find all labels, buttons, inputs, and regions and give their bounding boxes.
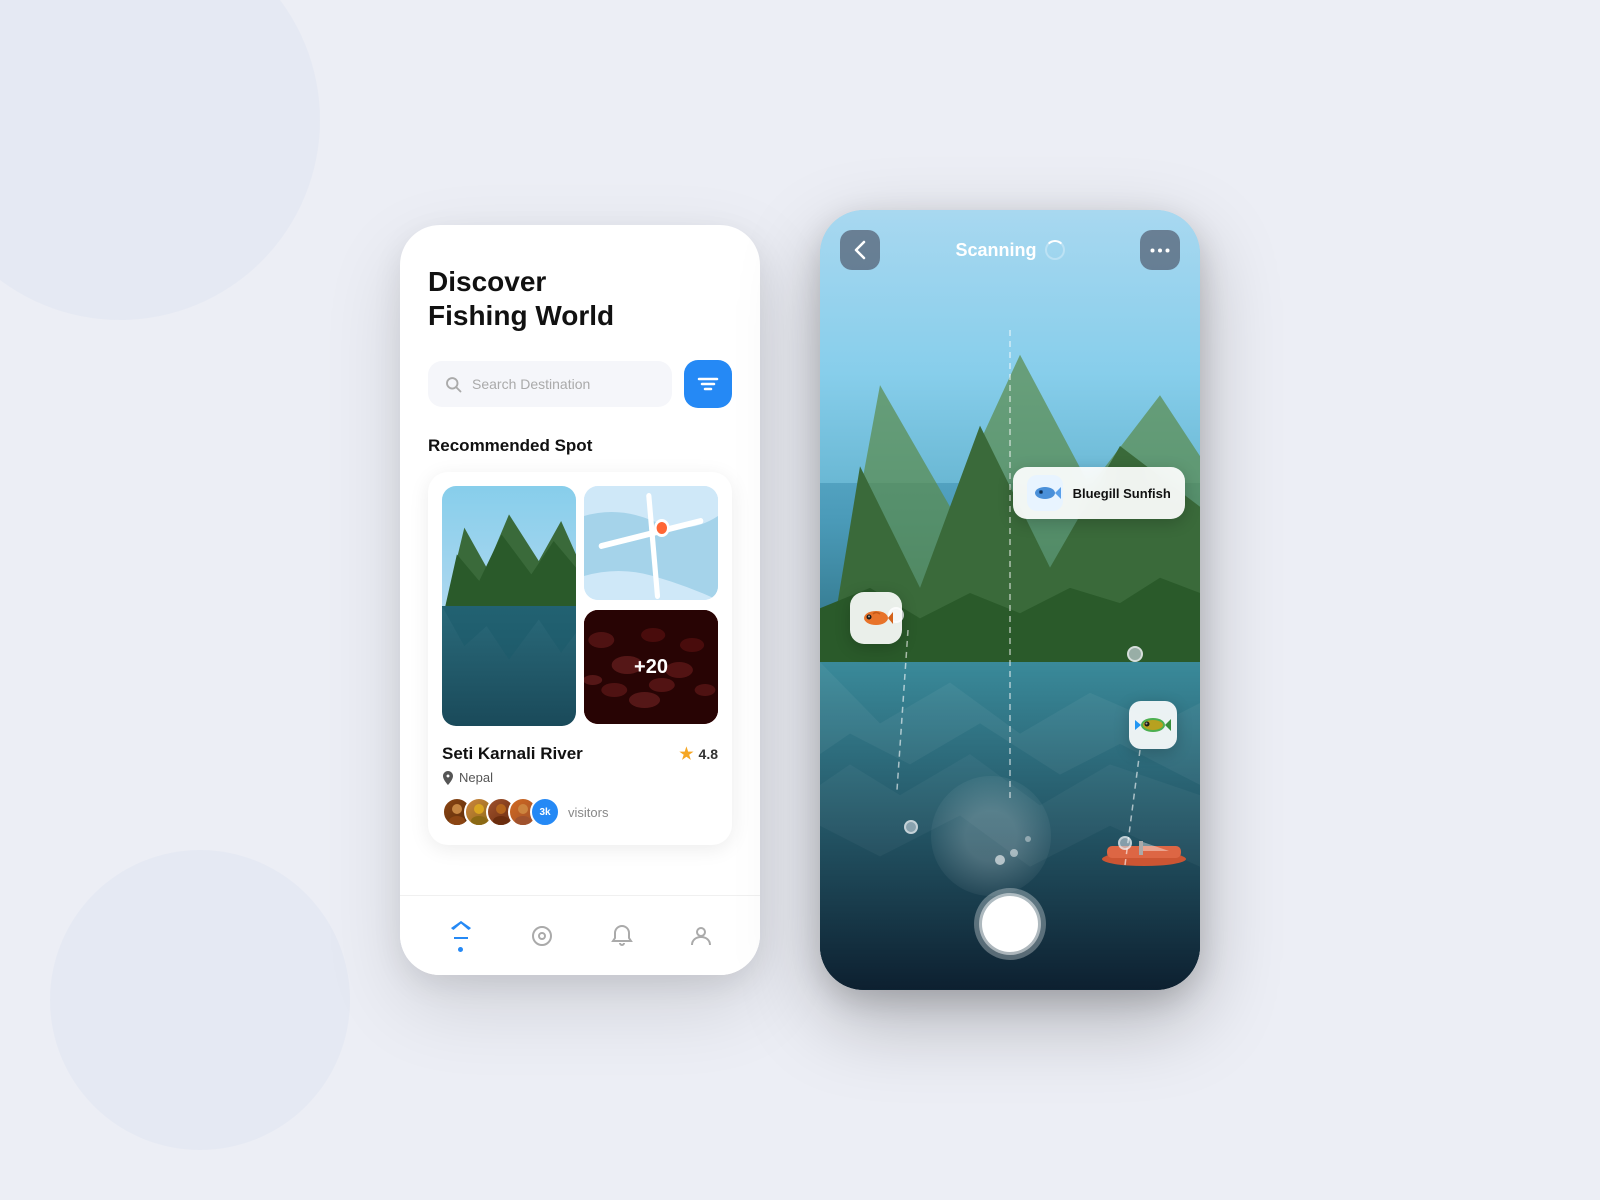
star-icon: ★ xyxy=(679,744,693,764)
explore-icon xyxy=(530,924,554,948)
shutter-outer xyxy=(974,888,1046,960)
avatar-count: 3k xyxy=(530,797,560,827)
spot-rating: ★ 4.8 xyxy=(679,744,718,764)
profile-icon xyxy=(690,924,712,948)
ar-more-button[interactable] xyxy=(1140,230,1180,270)
bluegill-icon xyxy=(1027,475,1063,511)
ar-background: Bluegill Sunfish xyxy=(820,210,1200,990)
bubble-3 xyxy=(1025,836,1031,842)
filter-icon xyxy=(697,375,719,393)
recommended-section-title: Recommended Spot xyxy=(428,436,732,456)
spot-card[interactable]: +20 Seti Karnali River ★ 4.8 xyxy=(428,472,732,845)
nav-profile[interactable] xyxy=(690,924,712,948)
nav-notifications[interactable] xyxy=(611,924,633,948)
back-icon xyxy=(854,240,866,260)
fishing-bob-bottom-left xyxy=(904,820,918,834)
app-title: Discover Fishing World xyxy=(428,265,732,332)
ar-title: Scanning xyxy=(955,240,1064,261)
search-placeholder-text: Search Destination xyxy=(472,376,590,392)
filter-button[interactable] xyxy=(684,360,732,408)
nav-explore[interactable] xyxy=(530,924,554,948)
phone-scanning: Bluegill Sunfish xyxy=(820,210,1200,990)
home-icon xyxy=(449,919,473,943)
ar-header: Scanning xyxy=(820,210,1200,270)
search-bar: Search Destination xyxy=(428,360,732,408)
visitors-label: visitors xyxy=(568,805,608,820)
spot-visitors: 3k visitors xyxy=(442,797,718,827)
bg-decoration-1 xyxy=(0,0,320,320)
spot-fish-image: +20 xyxy=(584,610,718,724)
location-icon xyxy=(442,771,454,785)
fish-tag-bluegill[interactable]: Bluegill Sunfish xyxy=(1013,467,1185,519)
spot-map-image xyxy=(584,486,718,600)
spot-images: +20 xyxy=(442,486,718,726)
spot-location: Nepal xyxy=(442,770,718,785)
fish-count-overlay: +20 xyxy=(584,610,718,724)
ar-back-button[interactable] xyxy=(840,230,880,270)
ar-shutter-button[interactable] xyxy=(974,888,1046,960)
ar-boat xyxy=(1099,841,1189,866)
bg-decoration-2 xyxy=(50,850,350,1150)
water-ripple xyxy=(931,776,1051,896)
search-icon xyxy=(444,375,462,393)
bluegill-label: Bluegill Sunfish xyxy=(1073,486,1171,501)
nav-home[interactable] xyxy=(449,919,473,952)
spot-info: Seti Karnali River ★ 4.8 Nepal xyxy=(442,740,718,831)
phone-discover: Discover Fishing World Search Destinatio… xyxy=(400,225,760,975)
bottom-nav xyxy=(400,895,760,975)
spot-name-row: Seti Karnali River ★ 4.8 xyxy=(442,744,718,764)
nav-home-dot xyxy=(458,947,463,952)
scanning-spinner xyxy=(1045,240,1065,260)
avatars-group: 3k xyxy=(442,797,560,827)
phones-container: Discover Fishing World Search Destinatio… xyxy=(400,210,1200,990)
spot-main-image xyxy=(442,486,576,726)
search-input-wrap[interactable]: Search Destination xyxy=(428,361,672,407)
bubble-1 xyxy=(995,855,1005,865)
more-icon xyxy=(1150,248,1170,253)
shutter-inner xyxy=(982,896,1038,952)
fish-icon-bass[interactable] xyxy=(1129,701,1177,749)
fish-icon-trout[interactable] xyxy=(850,592,902,644)
bell-icon xyxy=(611,924,633,948)
fishing-bob-bottom-right xyxy=(1118,836,1132,850)
spot-name: Seti Karnali River xyxy=(442,744,583,764)
